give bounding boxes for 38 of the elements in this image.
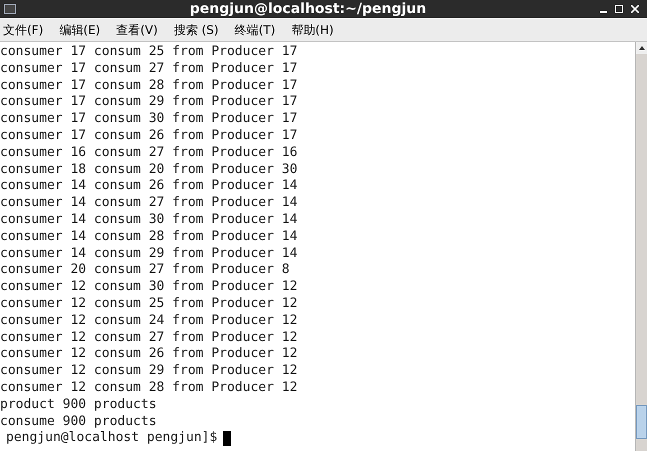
menu-item[interactable]: 终端(T): [234, 20, 276, 38]
output-line: consumer 16 consum 27 from Producer 16: [0, 144, 298, 162]
output-line: consumer 12 consum 26 from Producer 12: [0, 346, 298, 364]
output-line: consumer 12 consum 27 from Producer 12: [0, 330, 298, 346]
output-line: consumer 17 consum 30 from Producer 17: [0, 111, 298, 128]
menu-item[interactable]: 帮助(H): [291, 20, 334, 38]
output-line: consumer 12 consum 30 from Producer 12: [0, 279, 298, 296]
output-line: consumer 14 consum 27 from Producer 14: [0, 195, 298, 212]
output-line: consumer 17 consum 27 from Producer 17: [0, 60, 298, 78]
output-line: product 900 products: [0, 396, 157, 414]
close-icon[interactable]: [631, 5, 639, 13]
maximize-icon[interactable]: [615, 5, 623, 13]
output-line: consumer 12 consum 28 from Producer 12: [0, 380, 298, 397]
menu-item[interactable]: 编辑(E): [59, 20, 100, 38]
text-cursor: [223, 431, 232, 446]
scroll-thumb[interactable]: [636, 405, 647, 439]
output-line: consumer 17 consum 28 from Producer 17: [0, 78, 298, 94]
output-line: consumer 12 consum 29 from Producer 12: [0, 363, 298, 380]
menu-item[interactable]: 查看(V): [116, 20, 158, 38]
menu-item[interactable]: 搜索 (S): [174, 20, 219, 38]
output-line: consumer 14 consum 29 from Producer 14: [0, 246, 298, 262]
output-line: consumer 12 consum 25 from Producer 12: [0, 296, 298, 313]
output-line: consumer 12 consum 24 from Producer 12: [0, 312, 298, 330]
output-line: consumer 17 consum 25 from Producer 17: [0, 44, 298, 61]
output-line: consumer 14 consum 30 from Producer 14: [0, 212, 298, 229]
output-line: consumer 17 consum 29 from Producer 17: [0, 94, 298, 112]
output-line: consumer 18 consum 20 from Producer 30: [0, 162, 298, 178]
output-line: consumer 20 consum 27 from Producer 8: [0, 262, 290, 280]
window-title: pengjun@localhost:~/pengjun: [190, 0, 426, 18]
output-line: consumer 14 consum 28 from Producer 14: [0, 228, 298, 246]
output-line: consume 900 products: [0, 414, 157, 430]
shell-prompt: pengjun@localhost pengjun]$: [6, 430, 218, 448]
terminal-icon: [4, 4, 16, 14]
scroll-up-icon[interactable]: [638, 46, 644, 50]
menu-item[interactable]: 文件(F): [3, 20, 44, 38]
output-line: consumer 17 consum 26 from Producer 17: [0, 128, 298, 145]
scrollbar[interactable]: [635, 42, 647, 451]
output-line: consumer 14 consum 26 from Producer 14: [0, 178, 298, 196]
